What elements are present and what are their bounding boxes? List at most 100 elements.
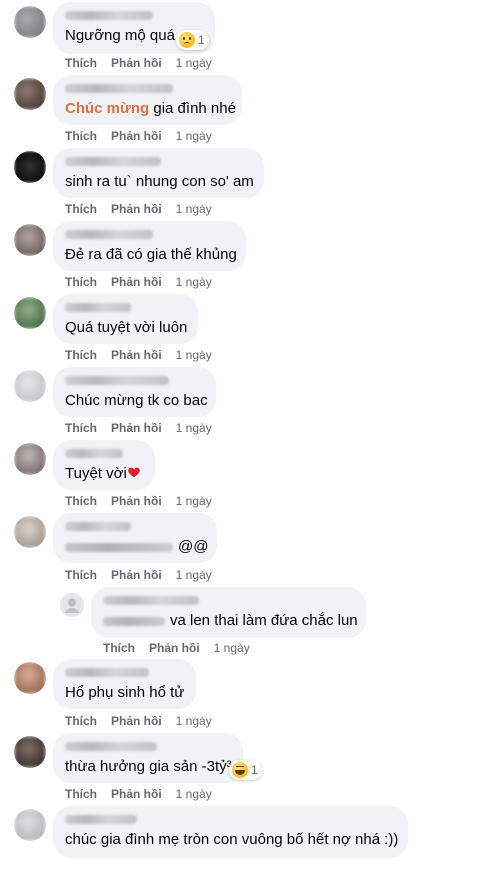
author-name[interactable] <box>65 668 149 677</box>
avatar[interactable] <box>14 662 46 694</box>
comment-actions: Thích Phản hồi 1 ngày <box>65 275 226 289</box>
reply-button[interactable]: Phản hồi <box>111 56 162 70</box>
comment-text: thừa hưởng gia sản -3tỷ³ <box>65 758 232 775</box>
author-name[interactable] <box>65 449 123 458</box>
like-button[interactable]: Thích <box>65 714 97 728</box>
comment-bubble: @@ <box>53 513 217 563</box>
comment-actions: Thích Phản hồi 1 ngày <box>65 202 226 216</box>
reply-button[interactable]: Phản hồi <box>111 494 162 508</box>
comment-bubble: thừa hưởng gia sản -3tỷ³ <box>53 733 243 783</box>
haha-reaction-icon <box>232 762 248 778</box>
comment-text: Quá tuyệt vời luôn <box>65 319 188 336</box>
comment-actions: Thích Phản hồi 1 ngày <box>65 494 226 508</box>
timestamp[interactable]: 1 ngày <box>176 421 212 435</box>
comment-bubble: Chúc mừng gia đình nhé <box>53 75 242 125</box>
comment-actions: Thích Phản hồi 1 ngày <box>65 714 226 728</box>
comment-bubble: chúc gia đình mẹ tròn con vuông bố hết n… <box>53 806 408 858</box>
author-name[interactable] <box>65 742 157 751</box>
comment-text: Hổ phụ sinh hổ tử <box>65 684 185 701</box>
like-button[interactable]: Thích <box>65 202 97 216</box>
like-button[interactable]: Thích <box>65 348 97 362</box>
comment-bubble: Chúc mừng tk co bac <box>53 367 216 417</box>
timestamp[interactable]: 1 ngày <box>176 714 212 728</box>
avatar[interactable] <box>14 516 46 548</box>
like-button[interactable]: Thích <box>103 641 135 655</box>
author-name[interactable] <box>65 84 173 93</box>
timestamp[interactable]: 1 ngày <box>176 56 212 70</box>
reply-button[interactable]: Phản hồi <box>149 641 200 655</box>
avatar[interactable] <box>14 297 46 329</box>
comment-text: chúc gia đình mẹ tròn con vuông bố hết n… <box>65 831 399 848</box>
timestamp[interactable]: 1 ngày <box>176 202 212 216</box>
comment-text: Đẻ ra đã có gia thế khủng <box>65 246 237 263</box>
author-name[interactable] <box>65 303 131 312</box>
avatar[interactable] <box>14 6 46 38</box>
reaction-badge[interactable]: 1 <box>176 30 209 50</box>
blurred-mention[interactable] <box>65 542 173 552</box>
comment-bubble: va len thai làm đứa chắc lun <box>91 587 366 638</box>
reaction-count: 1 <box>198 33 205 47</box>
like-button[interactable]: Thích <box>65 129 97 143</box>
avatar[interactable] <box>14 78 46 110</box>
reply-button[interactable]: Phản hồi <box>111 421 162 435</box>
reply-button[interactable]: Phản hồi <box>111 348 162 362</box>
comment-actions: Thích Phản hồi 1 ngày <box>65 568 226 582</box>
avatar[interactable] <box>14 809 46 841</box>
timestamp[interactable]: 1 ngày <box>176 275 212 289</box>
author-name[interactable] <box>65 157 161 166</box>
highlighted-text: Chúc mừng <box>65 100 150 117</box>
comment-bubble: Đẻ ra đã có gia thế khủng <box>53 221 246 271</box>
timestamp[interactable]: 1 ngày <box>176 787 212 801</box>
timestamp[interactable]: 1 ngày <box>176 129 212 143</box>
author-name[interactable] <box>65 11 153 20</box>
author-name[interactable] <box>65 815 137 824</box>
avatar[interactable] <box>14 736 46 768</box>
comment-actions: Thích Phản hồi 1 ngày <box>65 787 226 801</box>
author-name[interactable] <box>65 230 153 239</box>
author-name[interactable] <box>103 596 199 605</box>
author-name[interactable] <box>65 376 169 385</box>
comment-text: @@ <box>65 537 208 556</box>
default-avatar-icon[interactable] <box>60 593 84 617</box>
avatar[interactable] <box>14 151 46 183</box>
timestamp[interactable]: 1 ngày <box>176 348 212 362</box>
avatar[interactable] <box>14 224 46 256</box>
comment-text: sinh ra tu` nhung con so' am <box>65 173 254 190</box>
reaction-count: 1 <box>251 763 258 777</box>
comment-bubble: Quá tuyệt vời luôn <box>53 294 198 344</box>
reply-button[interactable]: Phản hồi <box>111 568 162 582</box>
comment-actions: Thích Phản hồi 1 ngày <box>65 348 226 362</box>
comment-text: Tuyệt vời <box>65 464 143 483</box>
comment-actions: Thích Phản hồi 1 ngày <box>65 129 226 143</box>
like-button[interactable]: Thích <box>65 494 97 508</box>
comment-text: Chúc mừng tk co bac <box>65 392 208 409</box>
comment-actions: Thích Phản hồi 1 ngày <box>65 421 226 435</box>
comment-bubble: Hổ phụ sinh hổ tử <box>53 659 196 709</box>
comment-text: va len thai làm đứa chắc lun <box>103 611 358 630</box>
timestamp[interactable]: 1 ngày <box>214 641 250 655</box>
blurred-mention[interactable] <box>103 616 165 626</box>
comment-actions: Thích Phản hồi 1 ngày <box>65 56 226 70</box>
like-button[interactable]: Thích <box>65 421 97 435</box>
sad-reaction-icon <box>179 32 195 48</box>
avatar[interactable] <box>14 370 46 402</box>
reply-button[interactable]: Phản hồi <box>111 787 162 801</box>
reply-button[interactable]: Phản hồi <box>111 714 162 728</box>
timestamp[interactable]: 1 ngày <box>176 568 212 582</box>
reply-button[interactable]: Phản hồi <box>111 129 162 143</box>
avatar[interactable] <box>14 443 46 475</box>
red-heart-icon <box>127 465 141 479</box>
like-button[interactable]: Thích <box>65 56 97 70</box>
reply-button[interactable]: Phản hồi <box>111 202 162 216</box>
like-button[interactable]: Thích <box>65 787 97 801</box>
timestamp[interactable]: 1 ngày <box>176 494 212 508</box>
reply-button[interactable]: Phản hồi <box>111 275 162 289</box>
comment-bubble: Tuyệt vời <box>53 440 155 490</box>
like-button[interactable]: Thích <box>65 275 97 289</box>
comment-bubble: sinh ra tu` nhung con so' am <box>53 148 264 198</box>
author-name[interactable] <box>65 522 131 531</box>
reaction-badge[interactable]: 1 <box>229 760 262 780</box>
comment-text: Chúc mừng gia đình nhé <box>65 100 236 117</box>
comment-actions: Thích Phản hồi 1 ngày <box>103 641 264 655</box>
like-button[interactable]: Thích <box>65 568 97 582</box>
